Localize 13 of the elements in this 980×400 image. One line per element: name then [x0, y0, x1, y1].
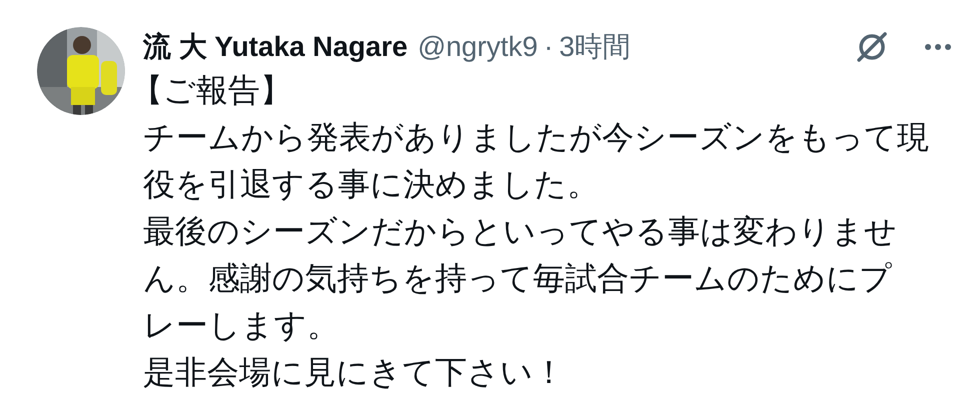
tweet-text-line: ん。感謝の気持ちを持って毎試合チームのためにプ	[143, 259, 892, 298]
tweet-text-line: レーします。	[143, 306, 339, 345]
tweet-text-line: 役を引退する事に決めました。	[143, 165, 599, 204]
timestamp[interactable]: 3時間	[559, 33, 631, 61]
tweet-text-line: 【ご報告】	[131, 71, 292, 110]
display-name[interactable]: 流 大 Yutaka Nagare	[143, 33, 408, 61]
more-icon[interactable]	[924, 43, 952, 51]
tweet-text-line: チームから発表がありましたが今シーズンをもって現	[143, 118, 929, 157]
separator: ·	[544, 33, 554, 61]
user-handle[interactable]: @ngrytk9	[418, 33, 538, 61]
slashed-circle-icon[interactable]	[854, 29, 890, 65]
tweet-text-line: 最後のシーズンだからといってやる事は変わりませ	[143, 212, 897, 251]
tweet-text-line: 是非会場に見にきて下さい！	[143, 353, 565, 392]
